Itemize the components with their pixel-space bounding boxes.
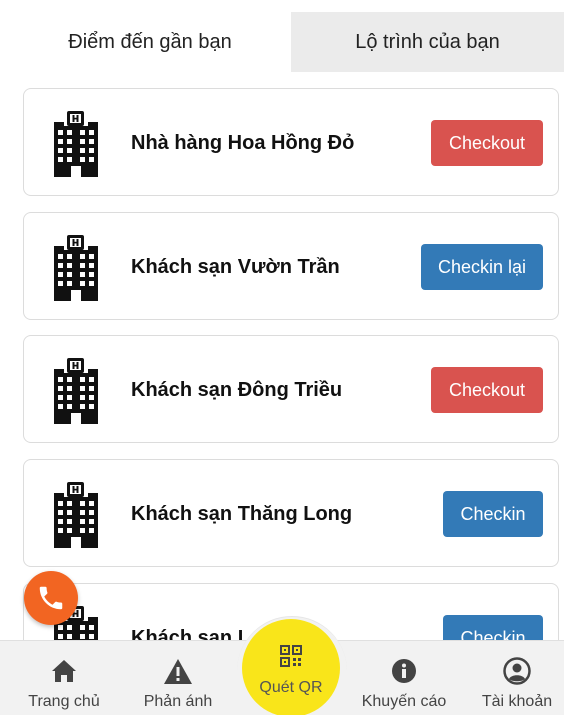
- checkin-button[interactable]: Checkin: [443, 615, 543, 640]
- nav-scan-qr-label: Quét QR: [259, 679, 323, 696]
- warning-icon: [164, 658, 192, 684]
- place-card: Nhà hàng Hoa Hồng Đỏ Checkout: [23, 88, 559, 196]
- hotel-icon: [54, 358, 98, 424]
- info-icon: [392, 659, 416, 683]
- app-screen: Điểm đến gần bạn Lộ trình của bạn Nhà hà…: [0, 0, 564, 715]
- hotel-icon: [54, 235, 98, 301]
- checkout-button[interactable]: Checkout: [431, 367, 543, 413]
- tab-your-route[interactable]: Lộ trình của bạn: [291, 12, 564, 72]
- nav-advisory[interactable]: Khuyến cáo: [354, 641, 454, 715]
- place-name: Khách sạn Vườn Trần: [131, 255, 340, 278]
- checkin-button[interactable]: Checkin: [443, 491, 543, 537]
- nav-home[interactable]: Trang chủ: [18, 641, 110, 715]
- call-button[interactable]: [24, 571, 78, 625]
- nav-account-label: Tài khoản: [481, 693, 553, 710]
- nav-home-label: Trang chủ: [28, 693, 100, 710]
- hotel-icon: [54, 482, 98, 548]
- nav-scan-qr-button[interactable]: Quét QR: [242, 619, 340, 715]
- qr-icon: [280, 645, 302, 667]
- tab-bar: Điểm đến gần bạn Lộ trình của bạn: [0, 0, 564, 72]
- place-name: Khách sạn Thăng Long: [131, 502, 353, 525]
- place-name: Khách sạn L: [131, 626, 250, 641]
- checkin-again-button[interactable]: Checkin lại: [421, 244, 543, 290]
- nav-account[interactable]: Tài khoản: [470, 641, 564, 715]
- tab-nearby-destinations[interactable]: Điểm đến gần bạn: [9, 12, 291, 72]
- places-list[interactable]: Nhà hàng Hoa Hồng Đỏ Checkout Khách sạn …: [0, 72, 564, 640]
- phone-icon: [39, 586, 63, 610]
- nav-advisory-label: Khuyến cáo: [361, 693, 447, 710]
- nav-feedback-label: Phản ánh: [143, 693, 213, 710]
- place-name: Nhà hàng Hoa Hồng Đỏ: [131, 131, 355, 154]
- place-name: Khách sạn Đông Triều: [131, 378, 343, 401]
- user-icon: [503, 657, 531, 685]
- home-icon: [52, 660, 76, 682]
- place-card: Khách sạn Thăng Long Checkin: [23, 459, 559, 567]
- place-card: Khách sạn Đông Triều Checkout: [23, 335, 559, 443]
- hotel-icon: [54, 111, 98, 177]
- checkout-button[interactable]: Checkout: [431, 120, 543, 166]
- place-card: Khách sạn Vườn Trần Checkin lại: [23, 212, 559, 320]
- nav-feedback[interactable]: Phản ánh: [132, 641, 224, 715]
